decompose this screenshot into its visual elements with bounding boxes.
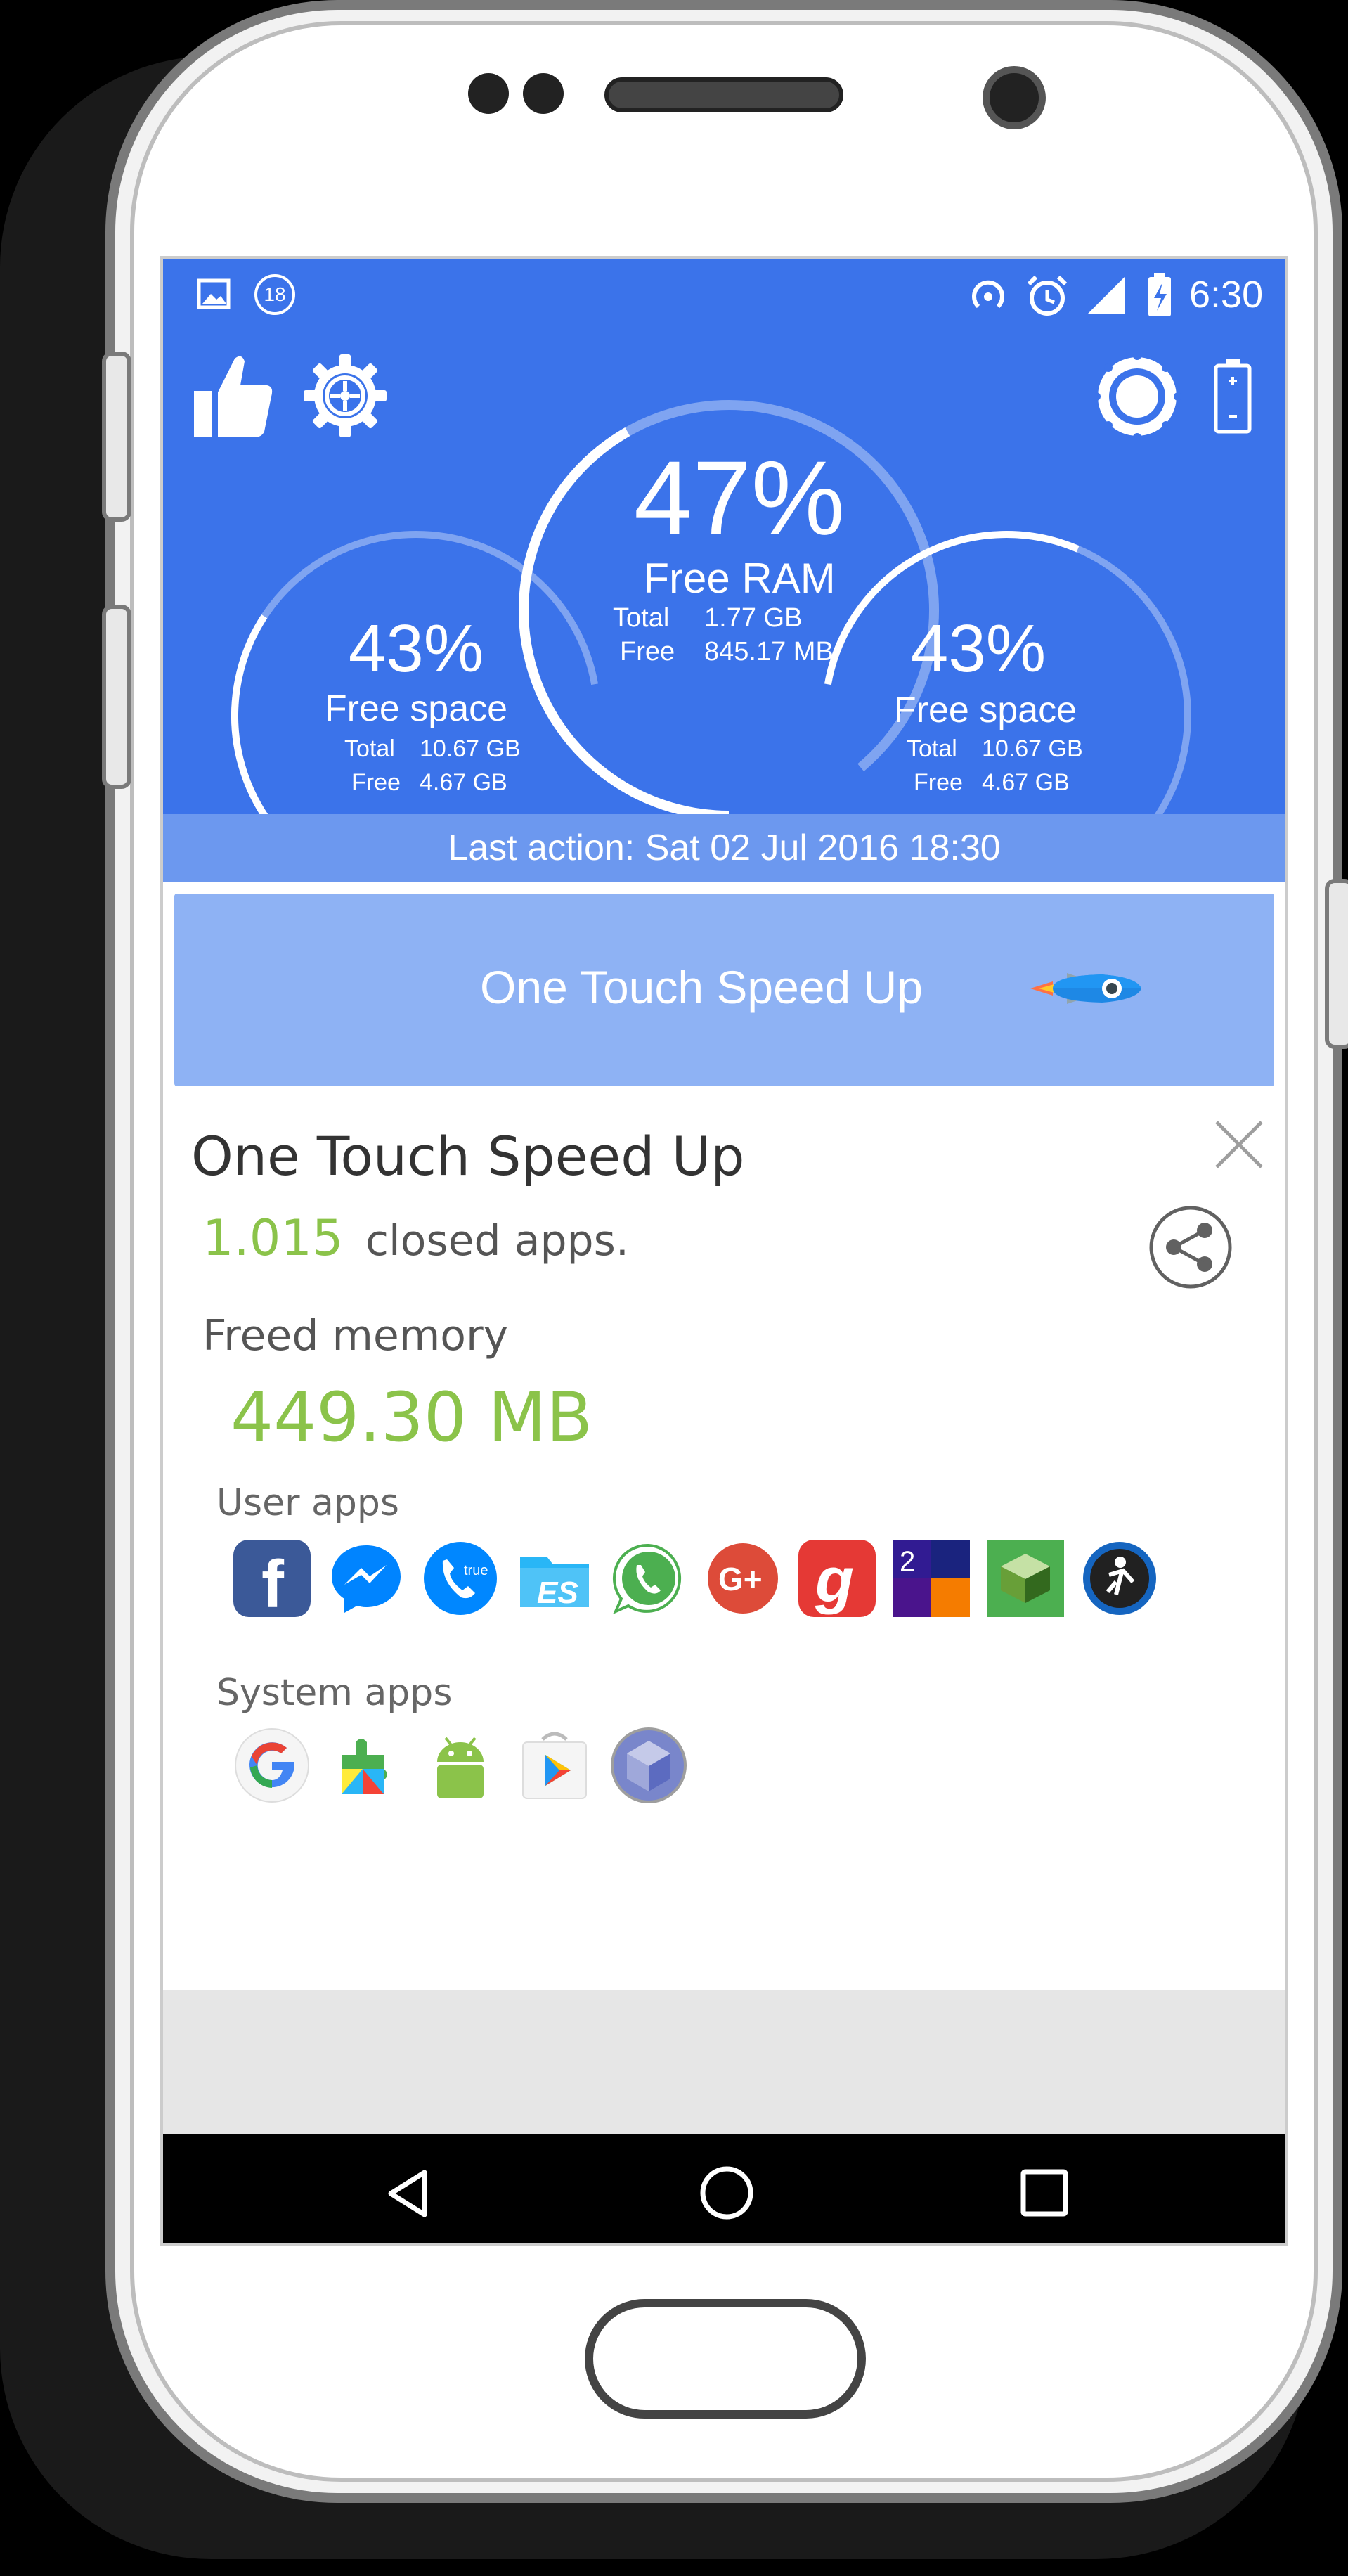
volume-up-button (102, 352, 131, 522)
empty-area (163, 1990, 1285, 2134)
right-space-free-value: 4.67 GB (982, 769, 1070, 796)
ram-percent: 47% (633, 439, 845, 557)
app-header: 18 6:30 47% Free RAM Total 1.77 GB Free … (163, 259, 1285, 814)
svg-text:g: g (815, 1545, 854, 1616)
svg-text:true: true (464, 1563, 488, 1578)
left-space-free-label: Free (351, 769, 401, 796)
share-icon[interactable] (1147, 1204, 1234, 1291)
system-apps-list (233, 1727, 725, 1818)
whatsapp-icon (610, 1540, 687, 1617)
play-services-icon (328, 1727, 405, 1804)
freed-memory-value: 449.30 MB (231, 1378, 593, 1457)
es-file-explorer-icon: ES (516, 1540, 593, 1617)
system-apps-label: System apps (216, 1672, 453, 1714)
right-space-free-label: Free (914, 769, 963, 796)
left-space-free-value: 4.67 GB (420, 769, 507, 796)
svg-text:G+: G+ (718, 1561, 763, 1597)
back-icon[interactable] (381, 2165, 437, 2222)
closed-apps-label: closed apps. (365, 1216, 629, 1266)
last-action-bar: Last action: Sat 02 Jul 2016 18:30 (163, 814, 1285, 882)
google-plus-icon: G+ (704, 1540, 782, 1617)
right-space-label: Free space (893, 690, 1077, 730)
navigation-bar (163, 2134, 1285, 2243)
sensor-dot (468, 73, 509, 114)
rocket-icon (1025, 960, 1144, 1017)
game-2048-icon: 2 (893, 1540, 970, 1617)
user-apps-label: User apps (216, 1482, 400, 1524)
user-apps-list: f true ES G+ g 2 (233, 1540, 1156, 1631)
google-icon (233, 1727, 311, 1804)
right-space-total-label: Total (907, 735, 957, 762)
phone-screen: 18 6:30 47% Free RAM Total 1.77 GB Free … (160, 256, 1288, 2246)
closed-apps-count: 1.015 (202, 1209, 344, 1267)
right-space-total-value: 10.67 GB (982, 735, 1083, 762)
freed-memory-label: Freed memory (202, 1311, 509, 1360)
ram-total-value: 1.77 GB (704, 603, 803, 633)
one-touch-speed-up-button[interactable]: One Touch Speed Up (174, 894, 1274, 1086)
home-hardware-button[interactable] (585, 2299, 866, 2419)
ram-total-label: Total (613, 603, 670, 633)
ram-free-label: Free (620, 637, 675, 666)
ram-free-value: 845.17 MB (704, 637, 834, 666)
judo-icon (1081, 1540, 1158, 1617)
power-button (1325, 879, 1348, 1049)
home-icon[interactable] (697, 2163, 756, 2222)
last-action-label: Last action: (448, 827, 635, 868)
left-space-total-label: Total (344, 735, 395, 762)
cube-icon (610, 1727, 687, 1804)
facebook-icon: f (233, 1540, 311, 1617)
front-camera (983, 66, 1046, 129)
left-space-percent: 43% (348, 611, 484, 686)
svg-text:f: f (261, 1547, 285, 1617)
play-store-icon (516, 1727, 593, 1804)
earpiece-speaker (604, 77, 843, 112)
close-icon[interactable] (1212, 1118, 1266, 1171)
left-space-label: Free space (324, 688, 508, 729)
sensor-dot (523, 73, 564, 114)
recents-icon[interactable] (1019, 2168, 1070, 2218)
messenger-icon (328, 1540, 405, 1617)
speed-up-button-label: One Touch Speed Up (480, 961, 923, 1013)
result-panel: One Touch Speed Up 1.015 closed apps. Fr… (163, 1097, 1285, 1990)
result-title: One Touch Speed Up (191, 1125, 745, 1187)
stack-icon (987, 1540, 1064, 1617)
last-action-value: Sat 02 Jul 2016 18:30 (644, 827, 1001, 868)
svg-text:ES: ES (537, 1576, 578, 1610)
left-space-total-value: 10.67 GB (420, 735, 521, 762)
truecaller-icon: true (422, 1540, 499, 1617)
svg-text:2: 2 (900, 1546, 915, 1577)
gaana-icon: g (798, 1540, 876, 1617)
right-space-percent: 43% (910, 611, 1046, 686)
ram-label: Free RAM (643, 555, 836, 602)
android-icon (422, 1727, 499, 1804)
volume-down-button (102, 605, 131, 789)
